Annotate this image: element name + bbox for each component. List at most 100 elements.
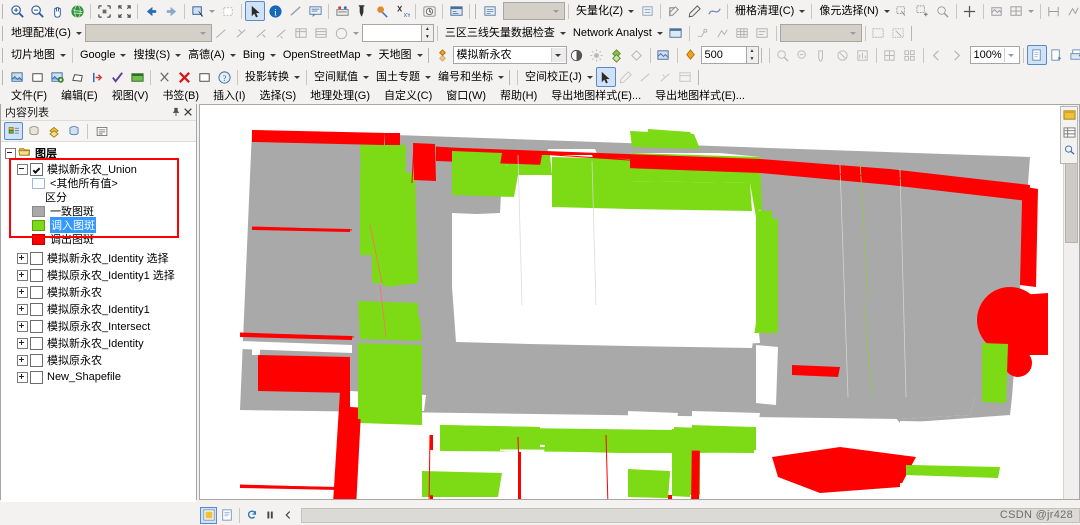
editor-layer-dropdown[interactable] — [503, 2, 565, 20]
buffer-distance-stepper[interactable]: ▲ ▼ — [746, 46, 759, 64]
create-network-location-icon[interactable] — [693, 23, 713, 43]
layer-visibility-checkbox[interactable] — [30, 285, 43, 299]
print-preview-icon[interactable] — [1067, 45, 1080, 65]
contrast-icon[interactable] — [681, 45, 701, 65]
adjust-table-icon[interactable] — [676, 67, 696, 87]
menu-bookmarks[interactable]: 书签(B) — [155, 88, 206, 104]
image-analysis-icon[interactable] — [654, 45, 674, 65]
auto-register-icon[interactable] — [272, 23, 292, 43]
chevron-down-icon[interactable] — [195, 26, 211, 40]
service-area-icon[interactable] — [889, 23, 909, 43]
statistics-icon[interactable] — [853, 45, 873, 65]
new-rect-icon[interactable] — [27, 67, 47, 87]
map-canvas[interactable] — [200, 105, 1079, 499]
menu-edit[interactable]: 编辑(E) — [54, 88, 105, 104]
adjust-select-icon[interactable] — [595, 67, 616, 87]
list-by-visibility-icon[interactable] — [44, 122, 63, 140]
menu-customize[interactable]: 自定义(C) — [377, 88, 439, 104]
active-layer-dropdown[interactable]: 模拟新永农 — [452, 46, 567, 64]
select-features-icon[interactable] — [188, 1, 208, 21]
expander-icon[interactable] — [17, 303, 28, 315]
toolbar-grip-end[interactable] — [759, 47, 764, 63]
provider-soso[interactable]: 搜搜(S) — [129, 46, 174, 64]
pin-icon[interactable] — [170, 106, 182, 118]
provider-gaode-arrow[interactable] — [229, 53, 236, 57]
fixed-zoom-in-icon[interactable] — [94, 1, 114, 21]
swipe-layer-icon[interactable] — [607, 45, 627, 65]
menu-export-map-style-2[interactable]: 导出地图样式(E)... — [648, 88, 752, 104]
expander-icon[interactable] — [5, 147, 16, 159]
layer-visibility-checkbox[interactable] — [30, 162, 43, 176]
table-icon[interactable] — [1063, 127, 1076, 141]
empty-rect-icon[interactable] — [194, 67, 214, 87]
provider-google-arrow[interactable] — [120, 53, 127, 57]
layer-visibility-checkbox[interactable] — [30, 353, 43, 367]
find-route-icon[interactable] — [332, 1, 352, 21]
brightness-icon[interactable] — [587, 45, 607, 65]
go-back-extent-icon[interactable] — [141, 1, 161, 21]
fixed-zoom-out-icon[interactable] — [114, 1, 134, 21]
number-coord-arrow[interactable] — [498, 75, 504, 79]
list-by-drawing-order-icon[interactable] — [4, 122, 23, 140]
toolbar-grip-basemap[interactable] — [1, 47, 5, 63]
toc-layer-2[interactable]: 模拟新永农 — [5, 285, 196, 299]
topology-edit-icon[interactable] — [1044, 1, 1064, 21]
export-page-icon[interactable] — [1047, 45, 1067, 65]
network-analyst-window-icon[interactable] — [666, 23, 686, 43]
catalog-icon[interactable] — [1063, 109, 1076, 124]
check-vector-icon[interactable] — [107, 67, 127, 87]
georef-more-arrow[interactable] — [352, 31, 359, 35]
expander-icon[interactable] — [17, 163, 28, 175]
options-icon[interactable] — [92, 122, 111, 140]
identify-icon[interactable]: i — [265, 1, 285, 21]
menu-geoprocessing[interactable]: 地理处理(G) — [303, 88, 377, 104]
toc-symbol-adjust-out[interactable]: 调出图斑 — [5, 232, 196, 246]
buffer-distance-input[interactable]: 500 — [700, 46, 747, 64]
toolbar-grip-thematic-end[interactable] — [508, 69, 512, 85]
flicker-icon[interactable] — [627, 45, 647, 65]
data-view-icon[interactable] — [200, 506, 217, 524]
find-xy-icon[interactable]: XY — [392, 1, 412, 21]
provider-osm-arrow[interactable] — [365, 53, 372, 57]
toc-root-layers[interactable]: 图层 — [5, 146, 196, 160]
html-popup-icon[interactable] — [305, 1, 325, 21]
expander-icon[interactable] — [17, 371, 28, 383]
toc-layer-3[interactable]: 模拟原永农_Identity1 — [5, 302, 196, 316]
georef-layer-icon[interactable] — [987, 1, 1007, 21]
vector-trace-icon[interactable] — [664, 1, 684, 21]
layer-visibility-checkbox[interactable] — [30, 251, 43, 265]
zoom-out-icon[interactable] — [27, 1, 47, 21]
raster-cleanup-dropdown-arrow[interactable] — [799, 9, 806, 13]
topology-dropdown-arrow[interactable] — [1027, 9, 1034, 13]
provider-bing-arrow[interactable] — [269, 53, 276, 57]
editor-toolbar-icon[interactable] — [480, 1, 500, 21]
toc-layer-6[interactable]: 模拟原永农 — [5, 353, 196, 367]
toc-symbol-other-values[interactable]: <其他所有值> — [5, 176, 196, 190]
search-icon[interactable] — [1063, 144, 1076, 158]
expander-icon[interactable] — [17, 320, 28, 332]
land-theme-arrow[interactable] — [425, 75, 431, 79]
clear-selected-icon[interactable] — [833, 45, 853, 65]
zoom-in-icon[interactable] — [7, 1, 27, 21]
pixel-select-new-icon[interactable] — [893, 1, 913, 21]
provider-tianditu-arrow[interactable] — [416, 53, 423, 57]
close-icon[interactable] — [182, 106, 194, 118]
toc-group-union[interactable]: 模拟新永农_Union — [5, 162, 196, 176]
provider-bing[interactable]: Bing — [239, 46, 269, 64]
menu-export-map-style-1[interactable]: 导出地图样式(E)... — [544, 88, 648, 104]
spatial-adjustment-menu[interactable]: 空间校正(J) — [521, 68, 586, 86]
adjust-link2-icon[interactable] — [656, 67, 676, 87]
pixel-select-dropdown-arrow[interactable] — [883, 9, 890, 13]
topology-validate-icon[interactable] — [1064, 1, 1080, 21]
add-control-points-icon[interactable] — [212, 23, 232, 43]
toc-symbol-adjust-in[interactable]: 调入图斑 — [5, 217, 196, 233]
spatial-assign-menu[interactable]: 空间赋值 — [310, 68, 362, 86]
merge-features-icon[interactable] — [87, 67, 107, 87]
georeferencing-menu[interactable]: 地理配准(G) — [7, 24, 75, 42]
chevron-down-icon[interactable] — [1003, 48, 1019, 62]
toc-layer-7[interactable]: New_Shapefile — [5, 370, 196, 384]
expander-icon[interactable] — [17, 337, 28, 349]
expander-icon[interactable] — [17, 286, 28, 298]
list-by-source-icon[interactable] — [24, 122, 43, 140]
provider-osm[interactable]: OpenStreetMap — [279, 46, 365, 64]
